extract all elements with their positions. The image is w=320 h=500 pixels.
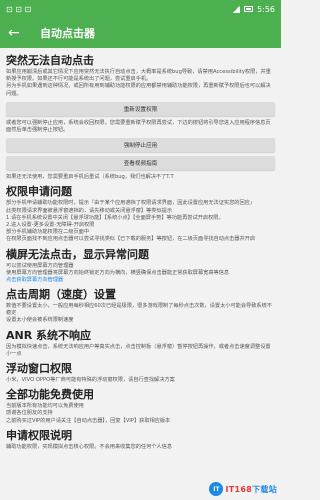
paragraph: 此类权限请求界面被悬浮窗遮挡的，请先移动或关闭悬浮窗】等类似提示 bbox=[6, 207, 173, 214]
paragraph: 设置太小使会被系统限制速度 bbox=[6, 317, 74, 324]
status-notif-icons: ⊡ ⊡ ⊡ bbox=[6, 4, 32, 14]
help-content: 突然无法自动点击 如果应用崩溃后或其它情况下应用突然无法执行自动点击，大概率是系… bbox=[0, 48, 281, 451]
reset-permission-button[interactable]: 重新设置权限 bbox=[6, 101, 275, 116]
paragraph: 感谢各位朋友的支持 bbox=[6, 410, 53, 417]
status-time: 5:56 bbox=[257, 4, 275, 14]
section-title: 全部功能免费使用 bbox=[6, 388, 94, 402]
arrow-left-icon[interactable]: ← bbox=[8, 26, 26, 40]
paragraph: 或者您可以强制停止应用，系统会收回权限，您需要重新赋予权限再尝试，下边的按钮将引… bbox=[6, 119, 271, 134]
paragraph: 另为手机如果遇到这种情况，或回所有用到辅助功能权限的应用都禁用辅助功能权限，再重… bbox=[6, 83, 271, 97]
site-watermark: IT IT168下载站 bbox=[209, 482, 277, 496]
section-title: 权限申请问题 bbox=[6, 185, 72, 199]
paragraph: 可以尝试使用屏幕方向管理器 bbox=[6, 262, 74, 269]
status-bar: ⊡ ⊡ ⊡ 5:56 bbox=[0, 0, 281, 18]
section-title: ANR 系统不响应 bbox=[6, 328, 92, 342]
signal-icon bbox=[232, 5, 241, 13]
paragraph: 部分手机申请辅助功能权限时，提示『由于某个应用遮挡了权限请求界面，因此设置应用无… bbox=[6, 200, 256, 207]
video-guide-button[interactable]: 查看视频指南 bbox=[6, 156, 275, 171]
paragraph: 如果应用崩溃后或其它情况下应用突然无法执行自动点击，大概率是系统bug导致，请禁… bbox=[6, 69, 271, 83]
watermark-text-b: 下载站 bbox=[252, 484, 277, 494]
watermark-text-a: IT168 bbox=[225, 484, 253, 494]
section-title: 横屏无法点击，显示异常问题 bbox=[6, 247, 149, 261]
section-title: 浮动窗口权限 bbox=[6, 362, 72, 376]
section-title: 突然无法自动点击 bbox=[6, 54, 94, 67]
paragraph: 使用屏幕方向管理器将屏幕方向始终锁定方向为横向，横竖确保点击器能正常获取屏幕宽高… bbox=[6, 269, 230, 276]
section-title: 申请权限说明 bbox=[6, 428, 72, 442]
paragraph: 因为模拟快速点击，系统无法响应用户等真实点击，点击控制板（悬浮窗）暂停按钮再操作… bbox=[6, 343, 271, 357]
app-title: 自动点击器 bbox=[40, 27, 95, 40]
paragraph: 如果还无法使用，您需要重启手机后重试（系统bug，我们也解决不了T.T bbox=[6, 174, 174, 181]
paragraph: 在权限页面找不到应用点击器可以尝试寻找类似【已下载的服务】等按钮，在二级页面寻找… bbox=[6, 236, 256, 243]
paragraph: 1.请在手机系统设置中关闭【悬浮球功能】【系统小点】【全面屏手势】等功能再尝试开… bbox=[6, 214, 224, 221]
force-stop-button[interactable]: 强制停止应用 bbox=[6, 138, 275, 153]
paragraph: 辅助功能权限，实现模拟点击核心权限。不会用来收集您的任何个人信息 bbox=[6, 443, 173, 450]
paragraph: 数值不要设置太小，一般应用每秒相应60次已经是极限，很多游戏限制了每秒点击次数，… bbox=[6, 303, 272, 317]
paragraph: 之前购买过VIP的用户请关注【自动点击器】，回复【VIP】获取相应版本 bbox=[6, 417, 171, 424]
watermark-logo: IT bbox=[209, 482, 224, 496]
battery-icon bbox=[244, 6, 254, 12]
section-title: 点击周期（速度）设置 bbox=[6, 288, 116, 302]
paragraph: 小米，VIVO OPPO等厂商可能有特殊的浮动窗权限，请自行查找解决方案 bbox=[6, 377, 175, 384]
app-bar: ← 自动点击器 bbox=[0, 18, 281, 48]
orientation-manager-link[interactable]: 点击获取屏幕方向管理器 bbox=[6, 277, 275, 284]
